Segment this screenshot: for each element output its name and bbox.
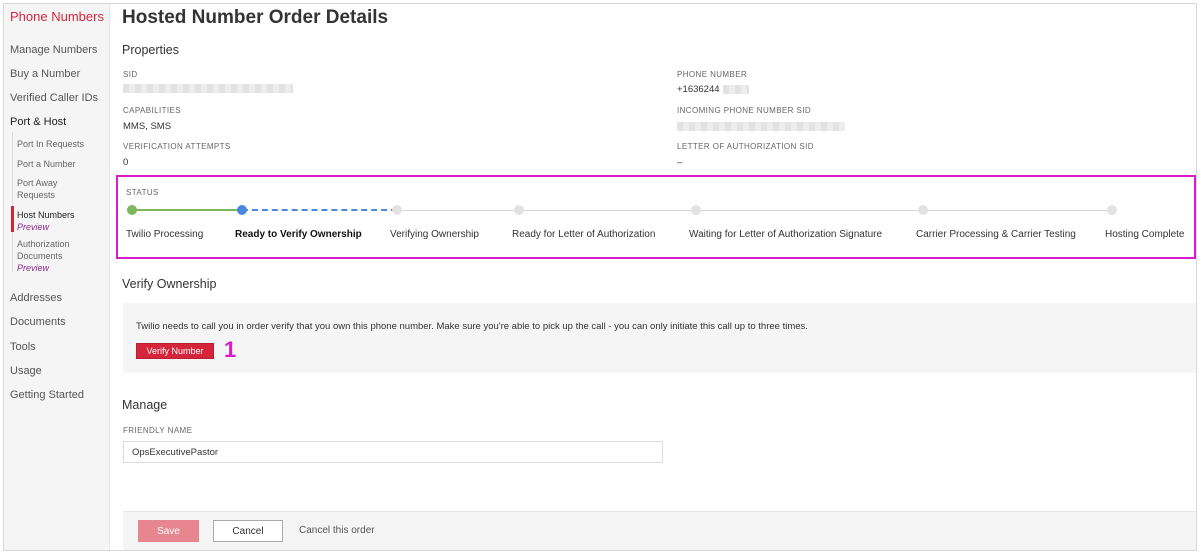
- status-step-label: Carrier Processing & Carrier Testing: [916, 229, 1076, 240]
- sidebar: Phone Numbers Manage Numbers Buy a Numbe…: [4, 4, 110, 550]
- sidebar-subitem-host-numbers[interactable]: Host Numbers Preview: [17, 209, 107, 233]
- save-button[interactable]: Save: [138, 520, 199, 542]
- sidebar-title[interactable]: Phone Numbers: [10, 9, 104, 24]
- sidebar-item-tools[interactable]: Tools: [10, 341, 36, 353]
- sidebar-item-buy-a-number[interactable]: Buy a Number: [10, 68, 80, 80]
- manage-heading: Manage: [122, 398, 168, 412]
- phone-number-redacted: [723, 85, 749, 94]
- form-footer: Save Cancel Cancel this order: [123, 511, 1196, 550]
- sidebar-subitem-port-in-requests[interactable]: Port In Requests: [17, 138, 107, 150]
- sidebar-item-usage[interactable]: Usage: [10, 365, 42, 377]
- status-step-label: Verifying Ownership: [390, 229, 479, 240]
- status-label: STATUS: [126, 188, 159, 197]
- preview-badge: Preview: [17, 222, 50, 232]
- status-step-dot: [1107, 205, 1117, 215]
- sid-value-redacted: [123, 84, 293, 93]
- sidebar-subitem-port-away-requests[interactable]: Port Away Requests: [17, 177, 87, 201]
- phone-number-label: PHONE NUMBER: [677, 70, 748, 79]
- phone-number-value: +1636244: [677, 84, 720, 95]
- status-step-dot: [127, 205, 137, 215]
- status-step-dot: [691, 205, 701, 215]
- status-step-label: Hosting Complete: [1105, 229, 1185, 240]
- sidebar-subitem-port-a-number[interactable]: Port a Number: [17, 158, 107, 170]
- sidebar-subitem-label: Host Numbers: [17, 210, 75, 220]
- main-content: Hosted Number Order Details Properties S…: [111, 4, 1196, 550]
- properties-heading: Properties: [122, 43, 179, 57]
- verify-ownership-heading: Verify Ownership: [122, 277, 217, 291]
- incoming-sid-value-redacted: [677, 122, 845, 131]
- verification-attempts-label: VERIFICATION ATTEMPTS: [123, 142, 231, 151]
- step-annotation-marker: 1: [224, 337, 237, 362]
- cancel-order-link[interactable]: Cancel this order: [299, 525, 375, 536]
- cancel-button[interactable]: Cancel: [213, 520, 283, 542]
- sidebar-subnav-active-indicator: [11, 206, 14, 232]
- sidebar-item-manage-numbers[interactable]: Manage Numbers: [10, 44, 97, 56]
- capabilities-label: CAPABILITIES: [123, 106, 182, 115]
- verification-attempts-value: 0: [123, 157, 129, 168]
- sidebar-subitem-label: Port a Number: [17, 159, 76, 169]
- sid-label: SID: [123, 70, 138, 79]
- friendly-name-input[interactable]: [123, 441, 663, 463]
- sidebar-subitem-label: Port In Requests: [17, 139, 85, 149]
- status-track-done: [132, 209, 242, 211]
- app-window: Phone Numbers Manage Numbers Buy a Numbe…: [3, 3, 1197, 551]
- sidebar-subitem-authorization-documents[interactable]: Authorization Documents Preview: [17, 238, 92, 274]
- sidebar-subitem-label: Authorization Documents: [17, 239, 70, 261]
- incoming-sid-label: INCOMING PHONE NUMBER SID: [677, 106, 812, 115]
- sidebar-subitem-label: Port Away Requests: [17, 178, 58, 200]
- status-step-dot: [514, 205, 524, 215]
- friendly-name-label: FRIENDLY NAME: [123, 426, 193, 435]
- status-step-label: Twilio Processing: [126, 229, 204, 240]
- sidebar-subnav-line: [12, 132, 13, 272]
- status-step-label-current: Ready to Verify Ownership: [235, 229, 362, 240]
- sidebar-item-port-host[interactable]: Port & Host: [10, 116, 66, 128]
- verify-instructions: Twilio needs to call you in order verify…: [136, 321, 808, 332]
- sidebar-item-addresses[interactable]: Addresses: [10, 292, 62, 304]
- status-step-label: Ready for Letter of Authorization: [512, 229, 656, 240]
- status-step-dot: [237, 205, 247, 215]
- preview-badge: Preview: [17, 263, 50, 273]
- loa-sid-label: LETTER OF AUTHORIZATION SID: [677, 142, 814, 151]
- status-track-current: [242, 209, 397, 211]
- status-step-dot: [392, 205, 402, 215]
- verify-number-button[interactable]: Verify Number: [136, 343, 214, 359]
- page-title: Hosted Number Order Details: [122, 7, 389, 28]
- status-track-pending: [397, 210, 1112, 211]
- status-step-dot: [918, 205, 928, 215]
- verify-ownership-panel: Twilio needs to call you in order verify…: [123, 303, 1196, 373]
- sidebar-item-documents[interactable]: Documents: [10, 316, 66, 328]
- sidebar-item-verified-caller-ids[interactable]: Verified Caller IDs: [10, 92, 98, 104]
- status-tracker: STATUS Twilio Processing Ready to Verify…: [116, 175, 1196, 259]
- loa-sid-value: –: [677, 157, 683, 168]
- capabilities-value: MMS, SMS: [123, 121, 172, 132]
- status-step-label: Waiting for Letter of Authorization Sign…: [689, 229, 883, 240]
- sidebar-item-getting-started[interactable]: Getting Started: [10, 389, 84, 401]
